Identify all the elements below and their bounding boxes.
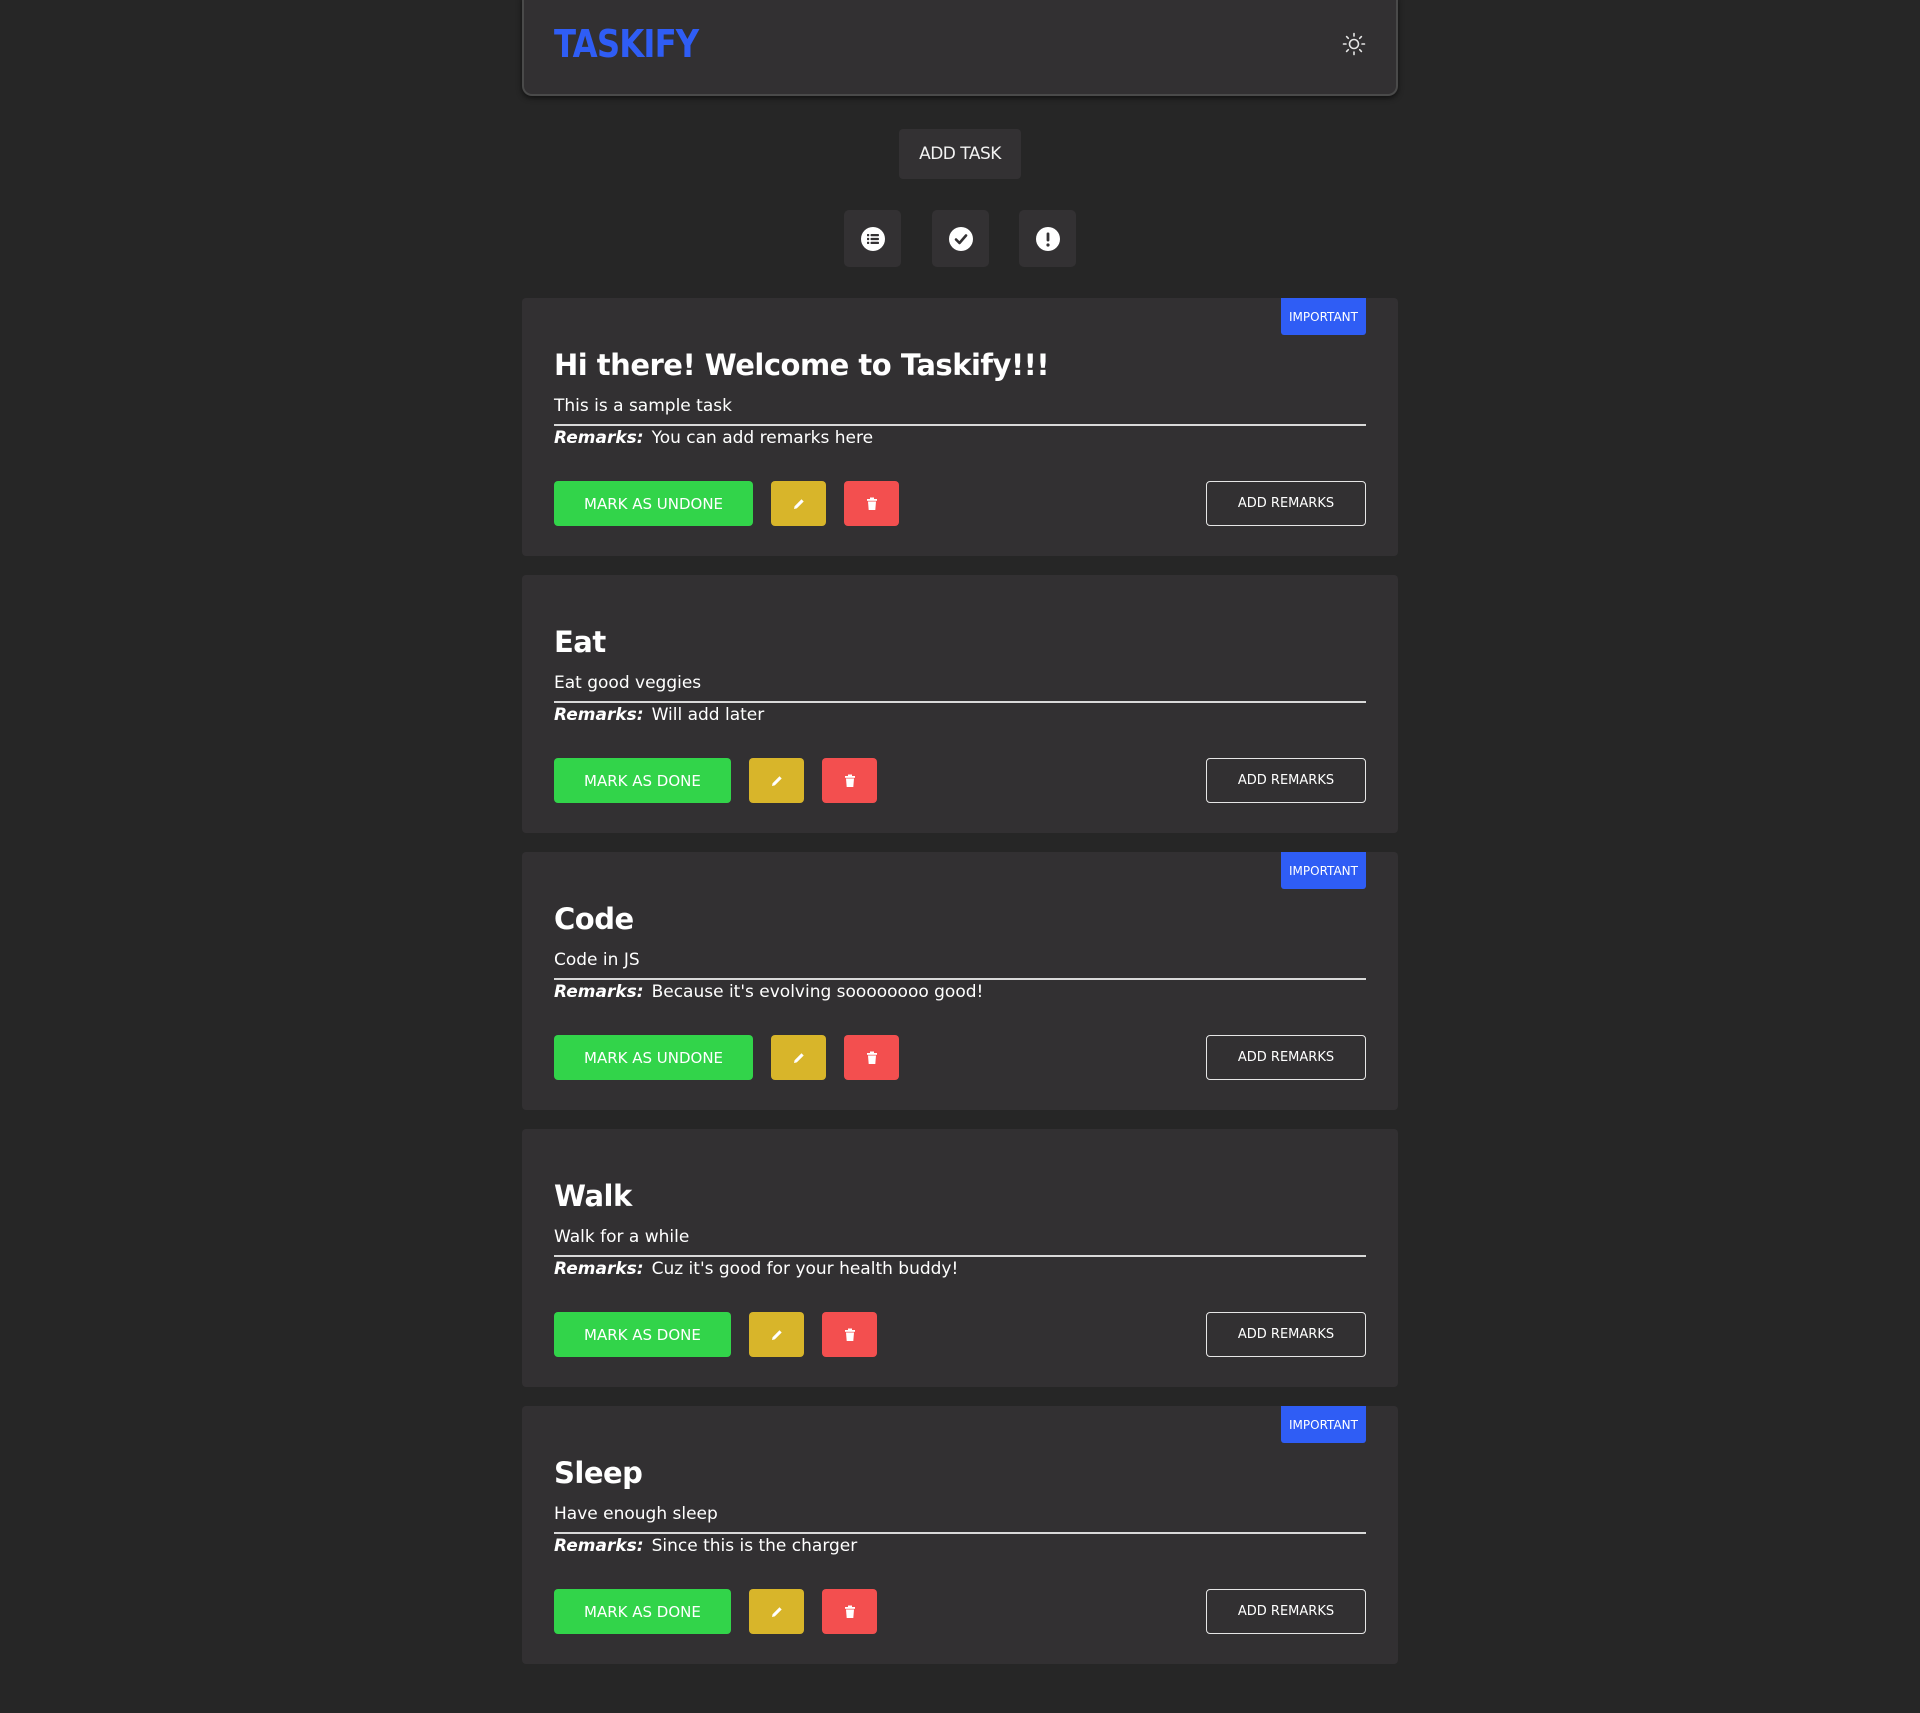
- important-badge: IMPORTANT: [1281, 852, 1366, 889]
- task-title: Hi there! Welcome to Taskify!!!: [554, 348, 1050, 382]
- sun-icon[interactable]: [1342, 32, 1366, 56]
- add-remarks-button[interactable]: ADD REMARKS: [1206, 481, 1366, 526]
- remarks-label: Remarks:: [554, 705, 644, 725]
- edit-task-button[interactable]: [749, 1589, 804, 1634]
- list-icon: [860, 226, 885, 251]
- exclamation-circle-icon: [1035, 226, 1060, 251]
- remarks-text: You can add remarks here: [651, 428, 874, 448]
- task-card: IMPORTANT Hi there! Welcome to Taskify!!…: [522, 298, 1398, 556]
- remarks-label: Remarks:: [554, 428, 644, 448]
- mark-undone-button[interactable]: MARK AS UNDONE: [554, 1035, 754, 1080]
- add-remarks-button[interactable]: ADD REMARKS: [1206, 1035, 1366, 1080]
- task-title: Sleep: [554, 1456, 643, 1490]
- task-title: Walk: [554, 1179, 632, 1213]
- brand-logo: TASKIFY: [554, 22, 699, 66]
- remarks-text: Because it's evolving soooooooo good!: [651, 982, 984, 1002]
- edit-task-button[interactable]: [771, 1035, 826, 1080]
- pencil-icon: [793, 498, 804, 509]
- task-remarks: Remarks: Cuz it's good for your health bu…: [554, 1259, 958, 1279]
- remarks-text: Will add later: [651, 705, 765, 725]
- mark-done-button[interactable]: MARK AS DONE: [554, 1312, 731, 1357]
- important-badge: IMPORTANT: [1281, 298, 1366, 335]
- task-card: IMPORTANT Code Code in JS Remarks: Becaus…: [522, 852, 1398, 1110]
- pencil-icon: [771, 1329, 782, 1340]
- add-task-button[interactable]: ADD TASK: [899, 129, 1021, 179]
- delete-task-button[interactable]: [822, 1589, 877, 1634]
- pencil-icon: [793, 1052, 804, 1063]
- remarks-text: Cuz it's good for your health buddy!: [651, 1259, 959, 1279]
- task-card: IMPORTANT Sleep Have enough sleep Remark…: [522, 1406, 1398, 1664]
- add-remarks-button[interactable]: ADD REMARKS: [1206, 1312, 1366, 1357]
- filter-completed-tasks-button[interactable]: [932, 210, 989, 267]
- filter-important-tasks-button[interactable]: [1019, 210, 1076, 267]
- pencil-icon: [771, 775, 782, 786]
- task-title: Eat: [554, 625, 606, 659]
- task-remarks: Remarks: You can add remarks here: [554, 428, 873, 448]
- delete-task-button[interactable]: [844, 481, 899, 526]
- filter-all-tasks-button[interactable]: [844, 210, 901, 267]
- task-description: Have enough sleep: [554, 1504, 1366, 1534]
- remarks-label: Remarks:: [554, 982, 644, 1002]
- pencil-icon: [771, 1606, 782, 1617]
- check-circle-icon: [948, 226, 973, 251]
- remarks-label: Remarks:: [554, 1536, 644, 1556]
- delete-task-button[interactable]: [822, 758, 877, 803]
- task-remarks: Remarks: Will add later: [554, 705, 764, 725]
- task-card: Walk Walk for a while Remarks: Cuz it's g…: [522, 1129, 1398, 1387]
- delete-task-button[interactable]: [844, 1035, 899, 1080]
- task-remarks: Remarks: Since this is the charger: [554, 1536, 857, 1556]
- remarks-label: Remarks:: [554, 1259, 644, 1279]
- trash-icon: [866, 497, 877, 510]
- task-description: This is a sample task: [554, 396, 1366, 426]
- important-badge: IMPORTANT: [1281, 1406, 1366, 1443]
- taskify-app: TASKIFY ADD TASK IMPORTANT Hi there! Wel…: [0, 0, 1920, 1713]
- add-remarks-button[interactable]: ADD REMARKS: [1206, 1589, 1366, 1634]
- mark-done-button[interactable]: MARK AS DONE: [554, 758, 731, 803]
- task-description: Walk for a while: [554, 1227, 1366, 1257]
- trash-icon: [844, 1328, 855, 1341]
- edit-task-button[interactable]: [749, 758, 804, 803]
- delete-task-button[interactable]: [822, 1312, 877, 1357]
- mark-done-button[interactable]: MARK AS DONE: [554, 1589, 731, 1634]
- trash-icon: [866, 1051, 877, 1064]
- trash-icon: [844, 1605, 855, 1618]
- task-description: Code in JS: [554, 950, 1366, 980]
- task-card: Eat Eat good veggies Remarks: Will add la…: [522, 575, 1398, 833]
- task-description: Eat good veggies: [554, 673, 1366, 703]
- edit-task-button[interactable]: [749, 1312, 804, 1357]
- remarks-text: Since this is the charger: [651, 1536, 858, 1556]
- trash-icon: [844, 774, 855, 787]
- app-header: TASKIFY: [522, 0, 1398, 96]
- add-remarks-button[interactable]: ADD REMARKS: [1206, 758, 1366, 803]
- task-remarks: Remarks: Because it's evolving soooooooo …: [554, 982, 983, 1002]
- mark-undone-button[interactable]: MARK AS UNDONE: [554, 481, 754, 526]
- edit-task-button[interactable]: [771, 481, 826, 526]
- task-title: Code: [554, 902, 634, 936]
